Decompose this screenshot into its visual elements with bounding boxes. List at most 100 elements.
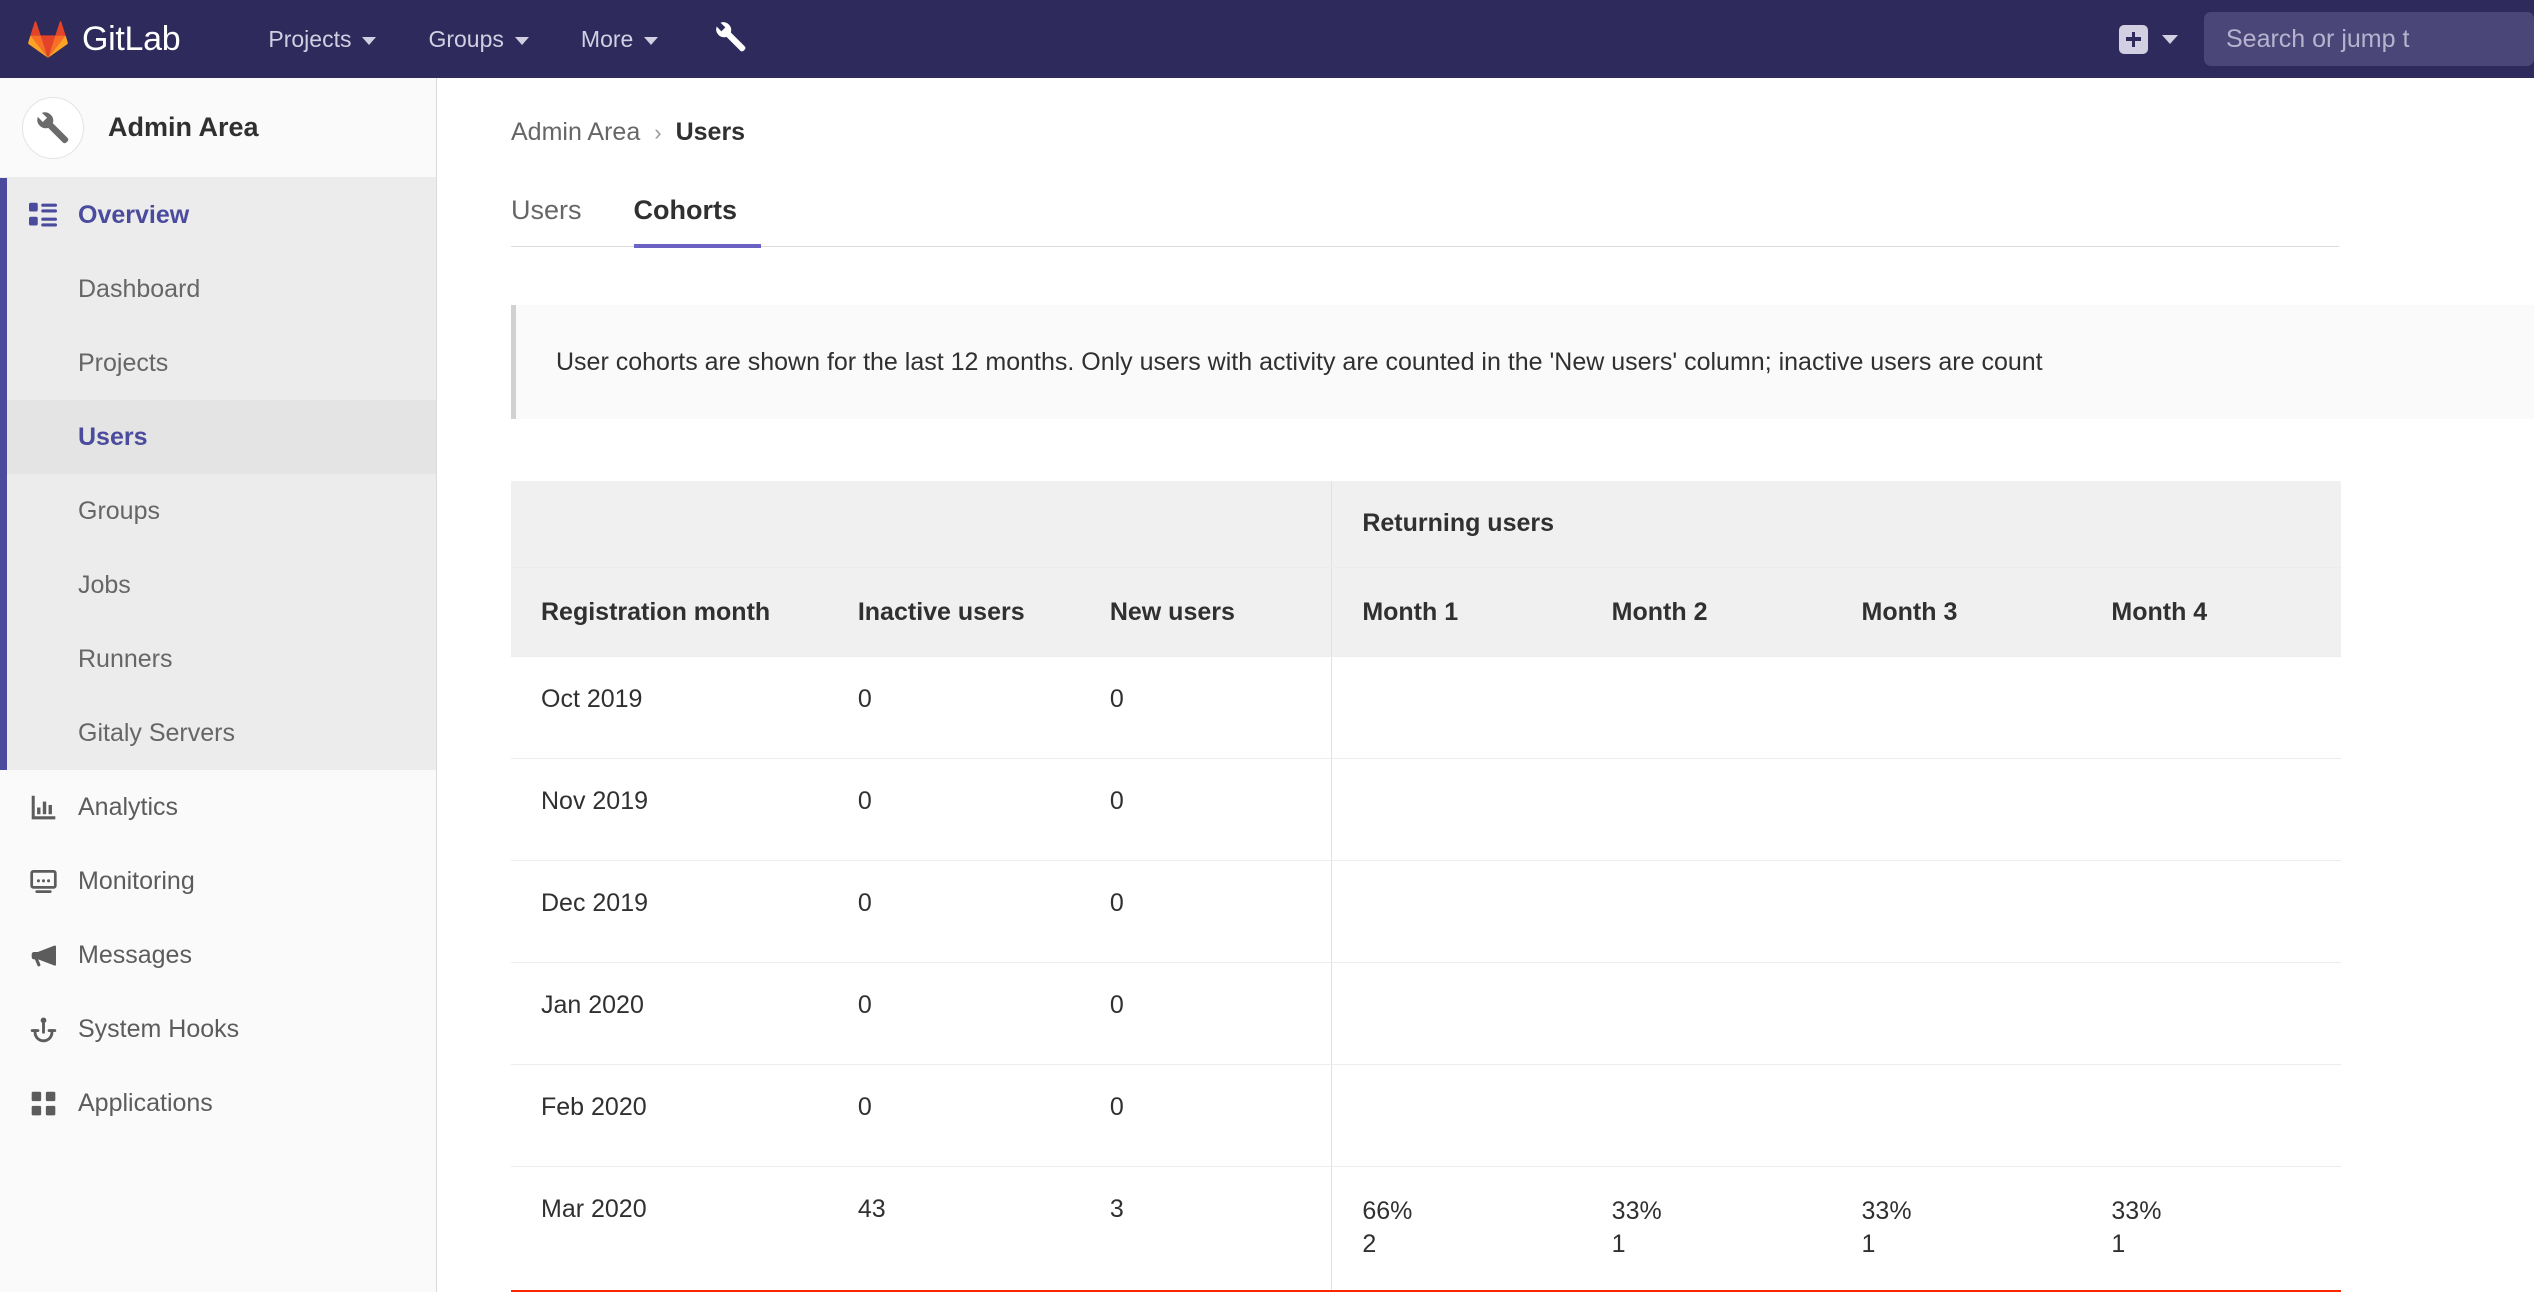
gitlab-home-link[interactable]: GitLab	[28, 20, 181, 59]
search-input[interactable]: Search or jump t	[2204, 12, 2534, 66]
cell-returning-month-4	[2081, 656, 2332, 759]
cell-returning-month-4	[2081, 758, 2332, 861]
cell-inactive-users: 0	[827, 1064, 1080, 1167]
create-new-button[interactable]	[2119, 24, 2178, 54]
tab-users[interactable]: Users	[511, 195, 606, 246]
cell-returning-month-3	[1831, 1064, 2082, 1167]
sidebar-item-applications-label: Applications	[78, 1088, 213, 1117]
sidebar-item-runners[interactable]: Runners	[0, 622, 436, 696]
cell-returning-month-5	[2331, 758, 2341, 861]
table-column-header-row: Registration month Inactive users New us…	[511, 567, 2341, 657]
sidebar-item-analytics-label: Analytics	[78, 792, 179, 821]
sidebar-item-analytics[interactable]: Analytics	[0, 770, 436, 844]
sidebar-item-messages-label: Messages	[78, 940, 192, 969]
sidebar-item-projects-label: Projects	[78, 348, 169, 377]
breadcrumb: Admin Area › Users	[437, 78, 2534, 147]
primary-nav: Projects Groups More	[242, 0, 748, 78]
sidebar-item-messages[interactable]: Messages	[0, 918, 436, 992]
sidebar-item-gitaly-servers[interactable]: Gitaly Servers	[0, 696, 436, 770]
sidebar-item-runners-label: Runners	[78, 644, 173, 673]
table-row: Oct 2019 0 0	[511, 656, 2341, 759]
sidebar-item-overview[interactable]: Overview	[0, 178, 436, 252]
table-row: Dec 2019 0 0	[511, 860, 2341, 963]
info-alert-text: User cohorts are shown for the last 12 m…	[556, 347, 2043, 376]
cell-returning-month-2	[1581, 656, 1832, 759]
plus-square-icon	[2119, 24, 2148, 54]
returning-percent: 33%	[1611, 1196, 1662, 1225]
cell-new-users: 0	[1079, 656, 1332, 759]
returning-count: 1	[2111, 1230, 2126, 1259]
column-header-new-users: New users	[1079, 567, 1332, 657]
nav-item-groups[interactable]: Groups	[402, 0, 554, 78]
returning-percent: 33%	[2111, 1196, 2162, 1225]
breadcrumb-root[interactable]: Admin Area	[511, 118, 640, 147]
top-navigation-bar: GitLab Projects Groups More Search or ju…	[0, 0, 2534, 78]
tab-cohorts-label: Cohorts	[633, 195, 738, 225]
column-header-registration-month: Registration month	[511, 567, 828, 657]
admin-sidebar: Admin Area Overview Dashboard Projects U…	[0, 78, 437, 1292]
apps-grid-icon	[28, 1090, 58, 1117]
cell-returning-month-5	[2331, 656, 2341, 759]
sidebar-item-overview-label: Overview	[78, 200, 190, 229]
sidebar-item-jobs-label: Jobs	[78, 570, 131, 599]
returning-percent: 66%	[1362, 1196, 1413, 1225]
sidebar-overview-section: Overview Dashboard Projects Users Groups…	[0, 178, 436, 770]
sidebar-item-system-hooks-label: System Hooks	[78, 1014, 240, 1043]
admin-area-button[interactable]	[714, 20, 748, 59]
megaphone-icon	[28, 942, 58, 969]
sidebar-item-projects[interactable]: Projects	[0, 326, 436, 400]
sidebar-context-header[interactable]: Admin Area	[0, 78, 436, 178]
cell-registration-month: Feb 2020	[511, 1064, 828, 1167]
sidebar-item-system-hooks[interactable]: System Hooks	[0, 992, 436, 1066]
cell-inactive-users: 0	[827, 860, 1080, 963]
cell-inactive-users: 43	[827, 1166, 1080, 1292]
sidebar-item-gitaly-servers-label: Gitaly Servers	[78, 718, 235, 747]
cell-inactive-users: 0	[827, 656, 1080, 759]
column-header-month-3: Month 3	[1831, 567, 2082, 657]
chart-bar-icon	[28, 794, 58, 821]
cell-returning-month-4	[2081, 962, 2332, 1065]
cell-returning-month-1	[1331, 656, 1582, 759]
table-group-header-row: Returning users	[511, 481, 2341, 568]
sidebar-item-monitoring-label: Monitoring	[78, 866, 195, 895]
sidebar-lower-section: Analytics Monitoring Messages System Hoo…	[0, 770, 436, 1140]
cell-returning-month-5	[2331, 860, 2341, 963]
chevron-down-icon	[2162, 34, 2178, 44]
cell-returning-month-3	[1831, 860, 2082, 963]
sidebar-item-dashboard[interactable]: Dashboard	[0, 252, 436, 326]
sidebar-item-jobs[interactable]: Jobs	[0, 548, 436, 622]
sidebar-item-groups[interactable]: Groups	[0, 474, 436, 548]
cohorts-table-body: Oct 2019 0 0 Nov 2019 0 0 Dec 2019 0 0 Jan 2020 0 0…	[511, 656, 2341, 1292]
cell-returning-month-1	[1331, 758, 1582, 861]
cohorts-table: Returning users Registration month Inact…	[511, 481, 2341, 1292]
cell-registration-month: Dec 2019	[511, 860, 828, 963]
table-row: Mar 202043366%233%133%133%133%1	[511, 1166, 2341, 1292]
chevron-right-icon: ›	[654, 119, 662, 145]
monitor-icon	[28, 868, 58, 895]
tab-cohorts[interactable]: Cohorts	[633, 195, 762, 248]
page-tabs: Users Cohorts	[511, 195, 2339, 248]
sidebar-item-monitoring[interactable]: Monitoring	[0, 844, 436, 918]
cell-returning-month-2	[1581, 860, 1832, 963]
cell-returning-month-5: 33%1	[2331, 1166, 2341, 1292]
column-header-month-2: Month 2	[1581, 567, 1832, 657]
returning-count: 2	[1362, 1230, 1377, 1259]
nav-item-projects-label: Projects	[268, 25, 352, 52]
overview-list-icon	[28, 201, 58, 229]
column-header-month-1: Month 1	[1331, 567, 1582, 657]
gitlab-logo-icon	[28, 20, 68, 58]
sidebar-item-users[interactable]: Users	[0, 400, 436, 474]
cell-returning-month-5	[2331, 1064, 2341, 1167]
column-header-month-5: Month 5	[2331, 567, 2341, 657]
cell-inactive-users: 0	[827, 758, 1080, 861]
nav-item-more[interactable]: More	[555, 0, 684, 78]
sidebar-item-applications[interactable]: Applications	[0, 1066, 436, 1140]
cell-new-users: 0	[1079, 1064, 1332, 1167]
nav-item-projects[interactable]: Projects	[242, 0, 402, 78]
column-header-month-4: Month 4	[2081, 567, 2332, 657]
nav-item-more-label: More	[580, 25, 634, 52]
cell-returning-month-3: 33% 1	[1831, 1166, 2082, 1292]
chevron-down-icon	[362, 37, 377, 45]
cell-new-users: 0	[1079, 758, 1332, 861]
column-header-inactive-users: Inactive users	[827, 567, 1080, 657]
